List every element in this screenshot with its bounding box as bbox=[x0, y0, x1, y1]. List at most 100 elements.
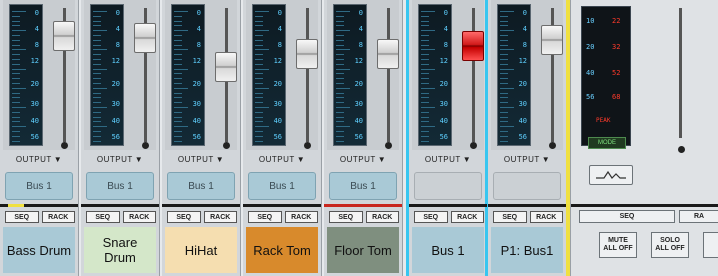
output-selector[interactable]: OUTPUT ▼ bbox=[84, 155, 156, 167]
meter-tick bbox=[93, 102, 101, 104]
output-bus-box[interactable]: Bus 1 bbox=[329, 172, 397, 200]
seq-button[interactable]: SEQ bbox=[414, 211, 448, 223]
meter-tick bbox=[500, 121, 508, 123]
output-label: OUTPUT bbox=[258, 155, 295, 164]
chevron-down-icon: ▼ bbox=[541, 155, 551, 164]
pan-knob[interactable] bbox=[470, 142, 477, 149]
channel-name[interactable]: Bus 1 bbox=[412, 227, 484, 273]
meter-tick bbox=[421, 11, 435, 12]
channel-name[interactable]: Rack Tom bbox=[246, 227, 318, 273]
meter-tick bbox=[93, 44, 101, 46]
meter-tick bbox=[336, 35, 344, 36]
rack-button[interactable]: RACK bbox=[365, 211, 399, 223]
meter-tick bbox=[336, 92, 344, 94]
meter-tick bbox=[174, 20, 182, 22]
pan-knob[interactable] bbox=[223, 142, 230, 149]
output-selector[interactable]: OUTPUT ▼ bbox=[3, 155, 75, 167]
output-bus-box[interactable]: Bus 1 bbox=[167, 172, 235, 200]
meter-tick bbox=[255, 78, 263, 80]
fader-knob[interactable] bbox=[296, 38, 318, 69]
meter-area: 0 4 8 12 20 30 40 56 bbox=[246, 0, 318, 150]
master-pan-knob[interactable] bbox=[678, 146, 685, 153]
channel-name[interactable]: Floor Tom bbox=[327, 227, 399, 273]
meter-tick bbox=[336, 25, 344, 27]
channel-name[interactable]: P1: Bus1 bbox=[491, 227, 563, 273]
pan-knob[interactable] bbox=[549, 142, 556, 149]
chevron-down-icon: ▼ bbox=[377, 155, 387, 164]
curve-button[interactable] bbox=[589, 165, 633, 185]
meter-area: 0 4 8 12 20 30 40 56 bbox=[412, 0, 484, 150]
meter-tick bbox=[500, 25, 508, 27]
output-bus-box[interactable]: Bus 1 bbox=[86, 172, 154, 200]
seq-button[interactable]: SEQ bbox=[493, 211, 527, 223]
seq-button[interactable]: SEQ bbox=[167, 211, 201, 223]
seq-rack-row: SEQ RACK bbox=[248, 211, 318, 223]
solo-all-off-button[interactable]: SOLO ALL OFF bbox=[651, 232, 689, 258]
output-selector[interactable]: OUTPUT ▼ bbox=[327, 155, 399, 167]
meter-tick bbox=[421, 135, 429, 137]
mute-all-off-button[interactable]: MUTE ALL OFF bbox=[599, 232, 637, 258]
fader-knob[interactable] bbox=[53, 21, 75, 52]
master-seq-button[interactable]: SEQ bbox=[579, 210, 675, 223]
output-selector[interactable]: OUTPUT ▼ bbox=[491, 155, 563, 167]
meter-tick bbox=[336, 78, 344, 80]
meter-scale-8: 8 bbox=[115, 41, 120, 49]
output-bus-box[interactable] bbox=[493, 172, 561, 200]
meter-scale-0: 0 bbox=[443, 9, 448, 17]
rack-button[interactable]: RACK bbox=[529, 211, 563, 223]
rack-button[interactable]: RACK bbox=[122, 211, 156, 223]
meter-tick bbox=[500, 59, 508, 60]
meter-tick bbox=[174, 39, 182, 41]
rack-button[interactable]: RACK bbox=[41, 211, 75, 223]
seq-button[interactable]: SEQ bbox=[329, 211, 363, 223]
output-selector[interactable]: OUTPUT ▼ bbox=[165, 155, 237, 167]
mode-button[interactable]: MODE bbox=[588, 137, 626, 149]
output-selector[interactable]: OUTPUT ▼ bbox=[246, 155, 318, 167]
fader-knob[interactable] bbox=[377, 38, 399, 69]
extra-button[interactable] bbox=[703, 232, 718, 258]
meter-tick bbox=[93, 30, 107, 32]
meter-tick bbox=[421, 20, 429, 22]
fader-knob[interactable] bbox=[215, 52, 237, 82]
level-meter: 0 4 8 12 20 30 40 56 bbox=[333, 4, 367, 146]
mixer-window: 0 4 8 12 20 30 40 56 OUTPUT ▼ Bus 1 SEQ R… bbox=[0, 0, 718, 276]
meter-tick bbox=[93, 87, 107, 89]
output-bus-box[interactable]: Bus 1 bbox=[248, 172, 316, 200]
meter-tick bbox=[421, 107, 435, 108]
meter-tick bbox=[93, 15, 101, 17]
fader-knob[interactable] bbox=[134, 23, 156, 54]
fader-knob[interactable] bbox=[541, 24, 563, 55]
seq-button[interactable]: SEQ bbox=[86, 211, 120, 223]
meter-tick bbox=[174, 102, 182, 104]
output-bus-box[interactable]: Bus 1 bbox=[5, 172, 73, 200]
meter-tick bbox=[421, 78, 429, 80]
channel-name[interactable]: Snare Drum bbox=[84, 227, 156, 273]
meter-scale-8: 8 bbox=[522, 41, 527, 49]
fader-knob[interactable] bbox=[462, 31, 484, 62]
seq-button[interactable]: SEQ bbox=[248, 211, 282, 223]
meter-tick bbox=[421, 92, 429, 94]
pan-knob[interactable] bbox=[304, 142, 311, 149]
seq-button[interactable]: SEQ bbox=[5, 211, 39, 223]
channel-name[interactable]: Bass Drum bbox=[3, 227, 75, 273]
seq-rack-row: SEQ RACK bbox=[493, 211, 563, 223]
meter-area: 0 4 8 12 20 30 40 56 bbox=[3, 0, 75, 150]
pan-knob[interactable] bbox=[142, 142, 149, 149]
meter-tick bbox=[255, 83, 263, 84]
meter-tick bbox=[421, 68, 435, 70]
pan-knob[interactable] bbox=[61, 142, 68, 149]
output-selector[interactable]: OUTPUT ▼ bbox=[412, 155, 484, 167]
output-bus-box[interactable] bbox=[414, 172, 482, 200]
master-rack-button[interactable]: RA bbox=[679, 210, 718, 223]
meter-tick bbox=[421, 35, 429, 36]
meter-scale-12: 12 bbox=[30, 57, 39, 65]
channel-name[interactable]: HiHat bbox=[165, 227, 237, 273]
pan-knob[interactable] bbox=[385, 142, 392, 149]
meter-scale-4: 4 bbox=[196, 25, 201, 33]
meter-tick bbox=[12, 78, 20, 80]
rack-button[interactable]: RACK bbox=[284, 211, 318, 223]
rack-button[interactable]: RACK bbox=[203, 211, 237, 223]
meter-tick bbox=[255, 97, 263, 99]
rack-button[interactable]: RACK bbox=[450, 211, 484, 223]
meter-tick bbox=[336, 68, 350, 70]
